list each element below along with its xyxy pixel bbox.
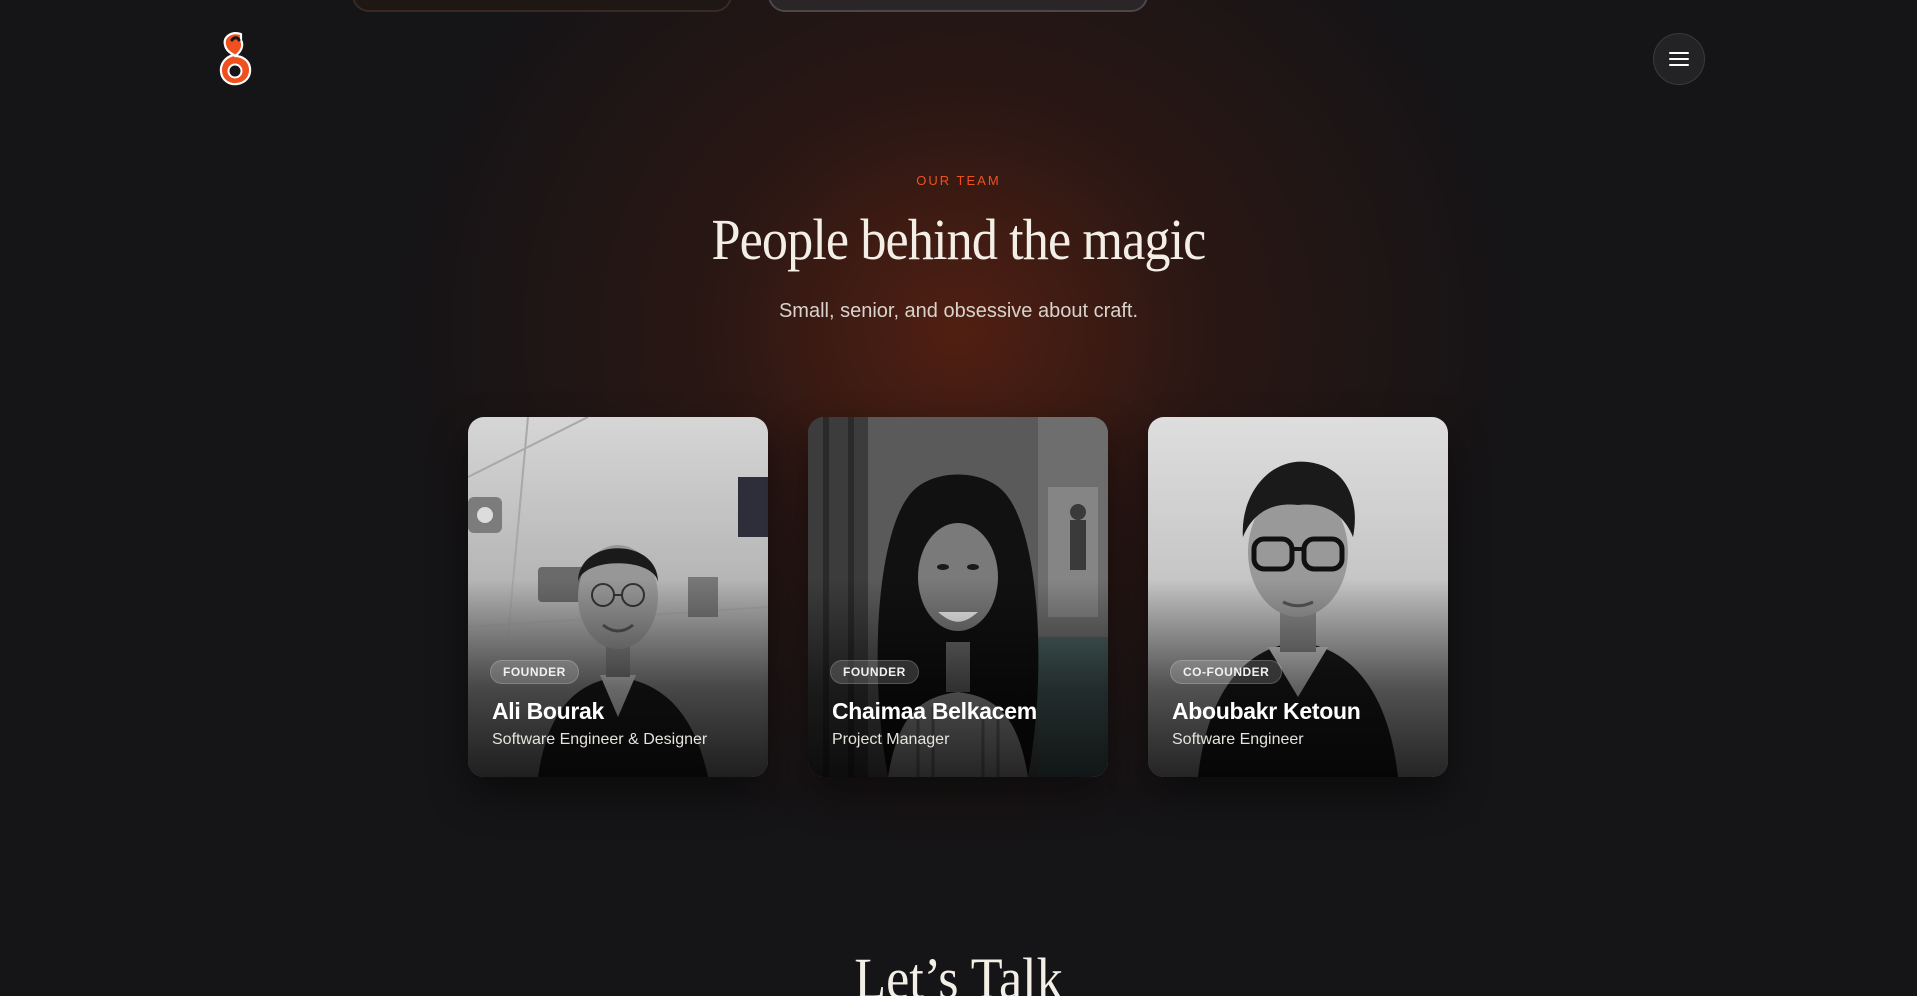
member-role: Software Engineer & Designer <box>492 731 708 748</box>
member-name: Ali Bourak <box>492 698 605 724</box>
top-pill-right[interactable] <box>768 0 1148 12</box>
member-badge: FOUNDER <box>830 660 919 684</box>
team-card-aboubakr-ketoun[interactable]: CO-FOUNDER Aboubakr Ketoun Software Engi… <box>1148 417 1448 777</box>
top-pill-left[interactable] <box>352 0 732 12</box>
section-title: People behind the magic <box>711 207 1207 272</box>
menu-button[interactable] <box>1653 33 1705 85</box>
hamburger-menu-icon <box>1669 52 1689 66</box>
section-eyebrow: OUR TEAM <box>916 173 1001 188</box>
page: OUR TEAM People behind the magic Small, … <box>0 0 1917 996</box>
team-card-ali-bourak[interactable]: FOUNDER Ali Bourak Software Engineer & D… <box>468 417 768 777</box>
member-name: Aboubakr Ketoun <box>1172 698 1361 724</box>
brand-logo-icon[interactable] <box>214 28 254 88</box>
member-badge: CO-FOUNDER <box>1170 660 1283 684</box>
team-card-chaimaa-belkacem[interactable]: FOUNDER Chaimaa Belkacem Project Manager <box>808 417 1108 777</box>
member-badge: FOUNDER <box>490 660 579 684</box>
member-role: Project Manager <box>832 731 950 748</box>
member-role: Software Engineer <box>1172 731 1304 748</box>
section-subtitle: Small, senior, and obsessive about craft… <box>778 300 1139 322</box>
contact-title: Let’s Talk <box>854 946 1063 996</box>
member-name: Chaimaa Belkacem <box>832 698 1037 724</box>
